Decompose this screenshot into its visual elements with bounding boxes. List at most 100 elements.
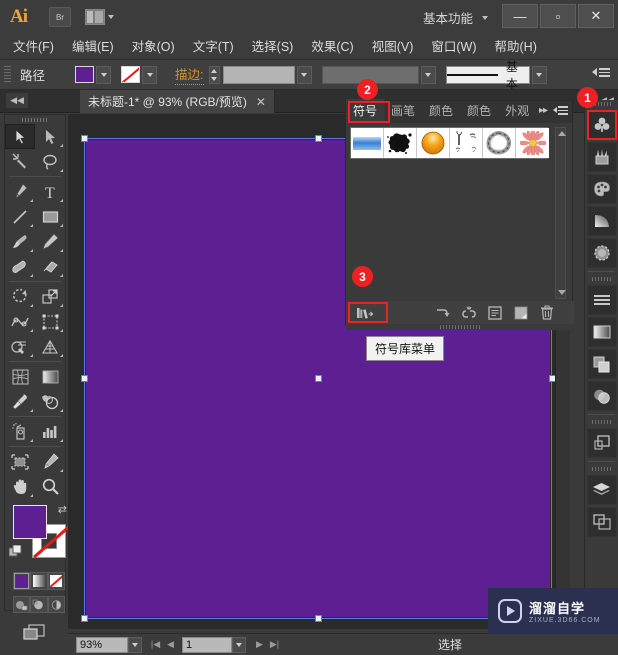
scale-tool[interactable] <box>35 284 65 309</box>
magic-wand-tool[interactable] <box>5 149 35 174</box>
paintbrush-tool[interactable] <box>5 229 35 254</box>
brush-definition-combo[interactable]: 基本 <box>446 66 547 84</box>
dock-group-grip[interactable] <box>585 418 618 426</box>
collapse-toolbar-button[interactable]: ◀◀ <box>6 93 28 108</box>
page-number-field[interactable]: 1 <box>182 637 232 653</box>
tab-brushes[interactable]: 画笔 <box>384 99 422 123</box>
stroke-dropdown-button[interactable] <box>142 66 157 84</box>
menu-window[interactable]: 窗口(W) <box>422 34 485 60</box>
color-mode-color-button[interactable] <box>13 572 30 590</box>
tab-appearance[interactable]: 外观 <box>498 99 536 123</box>
draw-behind-button[interactable] <box>30 596 47 613</box>
symbol-grass-strokes[interactable] <box>450 128 483 158</box>
scroll-up-icon[interactable] <box>557 129 566 138</box>
links-panel-icon[interactable] <box>587 507 617 537</box>
color-mode-gradient-button[interactable] <box>30 572 47 590</box>
symbol-pink-daisy[interactable] <box>516 128 549 158</box>
selection-tool[interactable] <box>5 124 35 149</box>
gradient-panel-icon[interactable] <box>587 206 617 236</box>
rotate-tool[interactable] <box>5 284 35 309</box>
blob-brush-tool[interactable] <box>5 254 35 279</box>
symbol-options-button[interactable] <box>482 303 508 323</box>
panel-resize-grip[interactable] <box>346 324 574 330</box>
fill-color-swatch[interactable] <box>75 66 94 83</box>
menu-type[interactable]: 文字(T) <box>184 34 243 60</box>
swatches-palette-icon[interactable] <box>587 174 617 204</box>
perspective-grid-tool[interactable] <box>35 334 65 359</box>
control-bar-grip[interactable] <box>4 66 11 84</box>
transparency-circles-icon[interactable] <box>587 381 617 411</box>
pen-tool[interactable] <box>5 179 35 204</box>
zoom-level-field[interactable]: 93% <box>76 637 128 653</box>
tools-panel-grip[interactable] <box>5 115 65 124</box>
selection-handle-center[interactable] <box>315 375 322 382</box>
fill-dropdown-button[interactable] <box>96 66 111 84</box>
draw-normal-button[interactable] <box>13 596 30 613</box>
symbol-orange-sphere[interactable] <box>417 128 450 158</box>
menu-help[interactable]: 帮助(H) <box>486 34 546 60</box>
close-button[interactable]: ✕ <box>578 4 614 28</box>
color-mode-none-button[interactable] <box>48 572 65 590</box>
bridge-button[interactable]: Br <box>49 7 71 27</box>
shape-builder-tool[interactable] <box>5 334 35 359</box>
hand-tool[interactable] <box>5 474 35 499</box>
delete-symbol-button[interactable] <box>534 303 560 323</box>
symbols-list-area[interactable] <box>346 123 572 303</box>
menu-object[interactable]: 对象(O) <box>123 34 184 60</box>
scroll-down-icon[interactable] <box>557 288 566 297</box>
tab-color[interactable]: 颜色 <box>422 99 460 123</box>
minimize-button[interactable]: — <box>502 4 538 28</box>
next-page-icon[interactable]: ▶ <box>252 637 267 653</box>
blend-tool[interactable] <box>35 389 65 414</box>
eyedropper-tool[interactable] <box>5 389 35 414</box>
symbols-panel-icon[interactable] <box>587 110 617 140</box>
control-bar-menu-button[interactable] <box>592 68 610 77</box>
tab-color-guide[interactable]: 颜色 <box>460 99 498 123</box>
fill-swatch-group[interactable] <box>75 66 111 84</box>
variable-width-profile-combo[interactable] <box>322 66 436 84</box>
stroke-weight-combo[interactable] <box>223 66 312 84</box>
brushes-panel-icon[interactable] <box>587 142 617 172</box>
selection-handle-top-center[interactable] <box>315 135 322 142</box>
stroke-weight-dropdown[interactable] <box>297 66 312 84</box>
workspace-switcher[interactable]: 基本功能 <box>423 8 488 27</box>
symbol-rope-ring[interactable] <box>483 128 516 158</box>
rectangle-tool[interactable] <box>35 204 65 229</box>
symbol-ink-splat[interactable] <box>384 128 417 158</box>
free-transform-tool[interactable] <box>35 309 65 334</box>
new-symbol-button[interactable] <box>508 303 534 323</box>
gradient-tool[interactable] <box>35 364 65 389</box>
tab-symbols[interactable]: 符号 <box>346 99 384 123</box>
stroke-weight-stepper[interactable] <box>209 66 220 84</box>
screen-mode-toggle[interactable] <box>5 622 65 641</box>
dock-group-grip[interactable] <box>585 465 618 473</box>
close-icon[interactable]: ✕ <box>256 95 266 109</box>
menu-edit[interactable]: 编辑(E) <box>63 34 123 60</box>
transparency-panel-icon[interactable] <box>587 238 617 268</box>
last-page-icon[interactable]: ▶| <box>267 637 282 653</box>
fill-color-box[interactable] <box>13 505 47 539</box>
symbols-scrollbar[interactable] <box>555 127 566 299</box>
place-symbol-instance-button[interactable] <box>430 303 456 323</box>
prev-page-icon[interactable]: ◀ <box>163 637 178 653</box>
variable-width-profile-dropdown[interactable] <box>421 66 436 84</box>
brush-definition-dropdown[interactable] <box>532 66 547 84</box>
selection-handle-middle-left[interactable] <box>81 375 88 382</box>
artboards-panel-icon[interactable] <box>587 428 617 458</box>
double-chevron-right-icon[interactable]: ▸▸ <box>539 105 547 116</box>
selection-handle-bottom-center[interactable] <box>315 615 322 622</box>
symbol-blue-gradient-bar[interactable] <box>351 128 384 158</box>
type-tool[interactable]: T <box>35 179 65 204</box>
align-panel-icon[interactable] <box>587 285 617 315</box>
eraser-tool[interactable] <box>35 254 65 279</box>
stroke-color-swatch[interactable] <box>121 66 140 83</box>
zoom-level-dropdown[interactable] <box>128 637 142 653</box>
first-page-icon[interactable]: |◀ <box>148 637 163 653</box>
zoom-tool[interactable] <box>35 474 65 499</box>
stroke-weight-field[interactable] <box>223 66 295 84</box>
symbols-panel-menu-button[interactable] <box>553 106 568 114</box>
menu-view[interactable]: 视图(V) <box>363 34 423 60</box>
maximize-button[interactable]: ▫ <box>540 4 576 28</box>
document-tab[interactable]: 未标题-1* @ 93% (RGB/预览) ✕ <box>80 90 275 113</box>
line-segment-tool[interactable] <box>5 204 35 229</box>
